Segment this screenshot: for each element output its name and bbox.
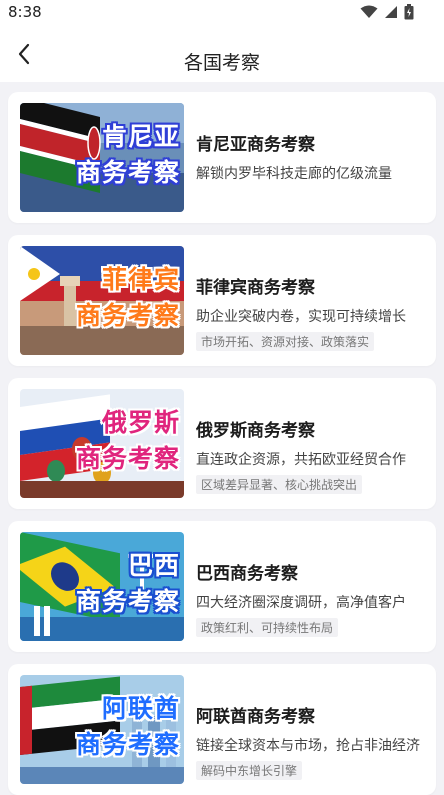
- card-tag: 市场开拓、资源对接、政策落实: [196, 332, 375, 351]
- status-bar: 8:38: [0, 0, 444, 26]
- card-title: 肯尼亚商务考察: [196, 135, 315, 155]
- country-list: 肯尼亚 商务考察 肯尼亚商务考察 解锁内罗毕科技走廊的亿级流量 菲律宾 商务考察: [0, 82, 444, 795]
- card-title: 巴西商务考察: [196, 564, 298, 584]
- thumbnail-uae: 阿联酋 商务考察: [20, 675, 184, 784]
- card-info: 俄罗斯商务考察 直连政企资源，共拓欧亚经贸合作 区域差异显著、核心挑战突出: [196, 416, 426, 494]
- card-russia[interactable]: 俄罗斯 商务考察 俄罗斯商务考察 直连政企资源，共拓欧亚经贸合作 区域差异显著、…: [8, 378, 436, 509]
- status-icons: [360, 4, 414, 20]
- battery-icon: [404, 4, 414, 20]
- thumbnail-russia: 俄罗斯 商务考察: [20, 389, 184, 498]
- card-info: 菲律宾商务考察 助企业突破内卷，实现可持续增长 市场开拓、资源对接、政策落实: [196, 273, 426, 351]
- card-description: 助企业突破内卷，实现可持续增长: [196, 309, 406, 325]
- thumbnail-caption-line2: 商务考察: [75, 730, 180, 759]
- thumbnail-philippines: 菲律宾 商务考察: [20, 246, 184, 355]
- thumbnail-caption-line1: 阿联酋: [101, 694, 180, 723]
- nav-bar: 各国考察: [0, 26, 444, 82]
- thumbnail-caption-line2: 商务考察: [75, 301, 180, 330]
- card-brazil[interactable]: 巴西 商务考察 巴西商务考察 四大经济圈深度调研，高净值客户 政策红利、可持续性…: [8, 521, 436, 652]
- card-kenya[interactable]: 肯尼亚 商务考察 肯尼亚商务考察 解锁内罗毕科技走廊的亿级流量: [8, 92, 436, 223]
- card-info: 阿联酋商务考察 链接全球资本与市场，抢占非油经济 解码中东增长引擎: [196, 702, 426, 780]
- card-description: 解锁内罗毕科技走廊的亿级流量: [196, 166, 392, 182]
- card-info: 肯尼亚商务考察 解锁内罗毕科技走廊的亿级流量: [196, 130, 426, 183]
- card-philippines[interactable]: 菲律宾 商务考察 菲律宾商务考察 助企业突破内卷，实现可持续增长 市场开拓、资源…: [8, 235, 436, 366]
- card-title: 阿联酋商务考察: [196, 707, 315, 727]
- thumbnail-caption-line1: 巴西: [127, 551, 180, 580]
- thumbnail-caption-line2: 商务考察: [75, 158, 180, 187]
- thumbnail-caption-line2: 商务考察: [75, 587, 180, 616]
- card-info: 巴西商务考察 四大经济圈深度调研，高净值客户 政策红利、可持续性布局: [196, 559, 426, 637]
- thumbnail-caption-line2: 商务考察: [75, 444, 180, 473]
- card-description: 直连政企资源，共拓欧亚经贸合作: [196, 452, 406, 468]
- card-tag: 区域差异显著、核心挑战突出: [196, 475, 363, 494]
- card-title: 俄罗斯商务考察: [196, 421, 315, 441]
- thumbnail-caption-line1: 肯尼亚: [101, 122, 180, 151]
- card-description: 链接全球资本与市场，抢占非油经济: [196, 738, 420, 754]
- signal-icon: [385, 6, 397, 18]
- thumbnail-caption-line1: 俄罗斯: [101, 408, 180, 437]
- card-description: 四大经济圈深度调研，高净值客户: [196, 595, 406, 611]
- card-tag: 解码中东增长引擎: [196, 761, 303, 780]
- status-time: 8:38: [8, 3, 42, 21]
- card-tag: 政策红利、可持续性布局: [196, 618, 339, 637]
- thumbnail-brazil: 巴西 商务考察: [20, 532, 184, 641]
- thumbnail-kenya: 肯尼亚 商务考察: [20, 103, 184, 212]
- wifi-icon: [360, 5, 378, 18]
- page-title: 各国考察: [183, 52, 260, 74]
- card-uae[interactable]: 阿联酋 商务考察 阿联酋商务考察 链接全球资本与市场，抢占非油经济 解码中东增长…: [8, 664, 436, 795]
- thumbnail-caption-line1: 菲律宾: [101, 265, 180, 294]
- card-title: 菲律宾商务考察: [196, 278, 315, 298]
